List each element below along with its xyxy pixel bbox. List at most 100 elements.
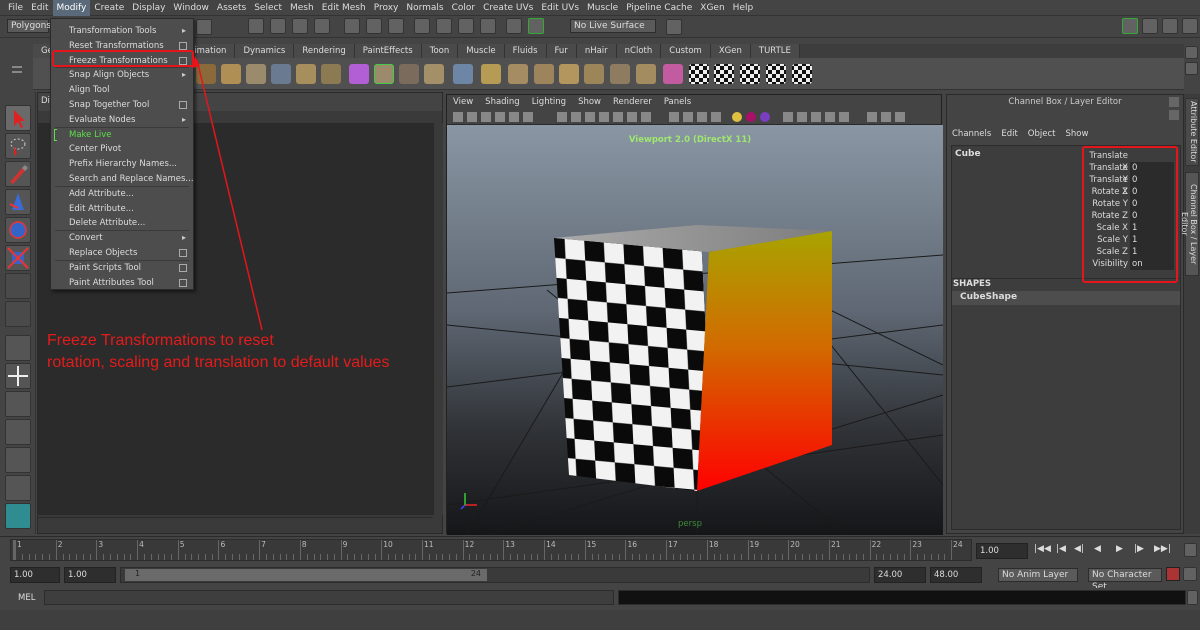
shelf-selected-tool-icon[interactable] <box>374 64 394 84</box>
menu-help[interactable]: Help <box>729 0 758 16</box>
select-by-hierarchy-icon[interactable] <box>196 19 212 35</box>
render-frame-icon[interactable] <box>436 18 452 34</box>
menu-item-edit-attribute[interactable]: Edit Attribute... <box>51 202 193 216</box>
menu-display[interactable]: Display <box>128 0 169 16</box>
lasso-tool-icon[interactable] <box>5 133 31 159</box>
character-options-icon[interactable] <box>1183 567 1197 581</box>
playback-start-field[interactable]: 1.00 <box>64 567 116 583</box>
go-to-start-icon[interactable]: |◀◀ <box>1034 544 1051 554</box>
four-view-layout-icon[interactable] <box>5 363 31 389</box>
menu-normals[interactable]: Normals <box>402 0 447 16</box>
step-back-key-icon[interactable]: ◀| <box>1074 544 1084 554</box>
menu-proxy[interactable]: Proxy <box>370 0 403 16</box>
shelf-quadrangulate-icon[interactable] <box>610 64 630 84</box>
viewport-menu-lighting[interactable]: Lighting <box>526 95 572 109</box>
menu-edit-mesh[interactable]: Edit Mesh <box>318 0 370 16</box>
persp-outliner-layout-icon[interactable] <box>5 391 31 417</box>
ipr-render-icon[interactable] <box>458 18 474 34</box>
shelf-tab-dynamics[interactable]: Dynamics <box>235 44 295 58</box>
channel-box-menu-edit[interactable]: Edit <box>996 127 1022 141</box>
shelf-tab-nhair[interactable]: nHair <box>576 44 617 58</box>
shelf-split-icon[interactable] <box>399 64 419 84</box>
menu-item-add-attribute[interactable]: Add Attribute... <box>51 187 193 201</box>
shelf-tab-xgen[interactable]: XGen <box>710 44 751 58</box>
step-forward-key-icon[interactable]: |▶ <box>1134 544 1144 554</box>
shelf-purple-cube-icon[interactable] <box>349 64 369 84</box>
close-panel-icon[interactable] <box>1169 110 1179 120</box>
menu-item-search-and-replace-names[interactable]: Search and Replace Names... <box>51 172 194 186</box>
paint-select-tool-icon[interactable] <box>5 161 31 187</box>
live-surface-field[interactable]: No Live Surface <box>570 19 656 33</box>
shelf-tab-custom[interactable]: Custom <box>661 44 711 58</box>
shelf-tab-fluids[interactable]: Fluids <box>504 44 547 58</box>
layout-single-icon[interactable] <box>1122 18 1138 34</box>
animation-prefs-icon[interactable] <box>1184 543 1197 557</box>
hypershade-icon[interactable] <box>506 18 522 34</box>
viewport-canvas[interactable]: Viewport 2.0 (DirectX 11) persp <box>447 125 943 535</box>
attribute-editor-tab[interactable]: Attribute Editor <box>1185 98 1199 166</box>
channel-box-menu-show[interactable]: Show <box>1060 127 1093 141</box>
shelf-checker-icon-2[interactable] <box>714 64 734 84</box>
menu-edit-uvs[interactable]: Edit UVs <box>537 0 583 16</box>
channel-box-menu-object[interactable]: Object <box>1023 127 1061 141</box>
range-handle[interactable]: 1 24 <box>125 569 487 581</box>
menu-item-transformation-tools[interactable]: Transformation Tools ▸ <box>51 24 193 38</box>
step-back-icon[interactable]: |◀ <box>1056 544 1066 554</box>
outliner-horizontal-scrollbar[interactable] <box>38 517 433 533</box>
shelf-bevel-icon[interactable] <box>424 64 444 84</box>
play-backwards-icon[interactable]: ◀ <box>1094 544 1101 554</box>
option-box-icon[interactable] <box>179 249 187 257</box>
shelf-tab-fur[interactable]: Fur <box>546 44 577 58</box>
channel-box-toggle-icon[interactable] <box>1182 18 1198 34</box>
shelf-extrude-icon[interactable] <box>271 64 291 84</box>
shelf-soft-mod-icon[interactable] <box>663 64 683 84</box>
menu-pipeline-cache[interactable]: Pipeline Cache <box>622 0 696 16</box>
snap-curve-icon[interactable] <box>270 18 286 34</box>
shelf-separate-icon[interactable] <box>508 64 528 84</box>
command-input[interactable] <box>44 590 614 605</box>
viewport-menu-shading[interactable]: Shading <box>479 95 526 109</box>
auto-key-icon[interactable] <box>1166 567 1180 581</box>
toggle-panel-icon[interactable] <box>666 19 682 35</box>
menu-muscle[interactable]: Muscle <box>583 0 622 16</box>
single-perspective-layout-icon[interactable] <box>5 335 31 361</box>
menu-item-prefix-hierarchy-names[interactable]: Prefix Hierarchy Names... <box>51 157 193 171</box>
shelf-tab-toon[interactable]: Toon <box>421 44 459 58</box>
shelf-torus-icon[interactable] <box>321 64 341 84</box>
menu-create[interactable]: Create <box>90 0 128 16</box>
menu-item-snap-together-tool[interactable]: Snap Together Tool <box>51 98 193 112</box>
option-box-icon[interactable] <box>179 101 187 109</box>
scale-tool-icon[interactable] <box>5 245 31 271</box>
history-icon[interactable] <box>344 18 360 34</box>
shelf-tab-painteffects[interactable]: PaintEffects <box>354 44 422 58</box>
tool-settings-toggle-icon[interactable] <box>1162 18 1178 34</box>
shelf-smooth-icon[interactable] <box>559 64 579 84</box>
shape-row[interactable]: CubeShape <box>952 291 1180 305</box>
snap-grid-icon[interactable] <box>248 18 264 34</box>
shelf-cube-icon[interactable] <box>196 64 216 84</box>
object-name[interactable]: Cube <box>955 149 981 159</box>
shelf-checker-icon-4[interactable] <box>766 64 786 84</box>
custom-layout-icon[interactable] <box>5 503 31 529</box>
float-panel-icon[interactable] <box>1169 97 1179 107</box>
shelf-merge-icon[interactable] <box>534 64 554 84</box>
menu-xgen[interactable]: XGen <box>696 0 728 16</box>
menu-edit[interactable]: Edit <box>27 0 52 16</box>
animation-end-field[interactable]: 48.00 <box>930 567 982 583</box>
menu-assets[interactable]: Assets <box>213 0 250 16</box>
viewport-menu-renderer[interactable]: Renderer <box>607 95 658 109</box>
anim-layer-dropdown[interactable]: No Anim Layer <box>998 568 1078 582</box>
menu-item-paint-scripts-tool[interactable]: Paint Scripts Tool <box>51 261 193 275</box>
shelf-checker-icon-1[interactable] <box>689 64 709 84</box>
shelf-triangulate-icon[interactable] <box>584 64 604 84</box>
menu-item-evaluate-nodes[interactable]: Evaluate Nodes ▸ <box>51 113 193 127</box>
shelf-checker-icon-3[interactable] <box>740 64 760 84</box>
move-tool-icon[interactable] <box>5 189 31 215</box>
current-frame-field[interactable]: 1.00 <box>976 543 1028 559</box>
menu-color[interactable]: Color <box>448 0 480 16</box>
magnet-icon[interactable] <box>528 18 544 34</box>
shelf-combine-icon[interactable] <box>481 64 501 84</box>
menu-file[interactable]: File <box>4 0 27 16</box>
empty-tool-slot[interactable] <box>5 301 31 327</box>
outliner-vertical-scrollbar[interactable] <box>433 123 443 515</box>
